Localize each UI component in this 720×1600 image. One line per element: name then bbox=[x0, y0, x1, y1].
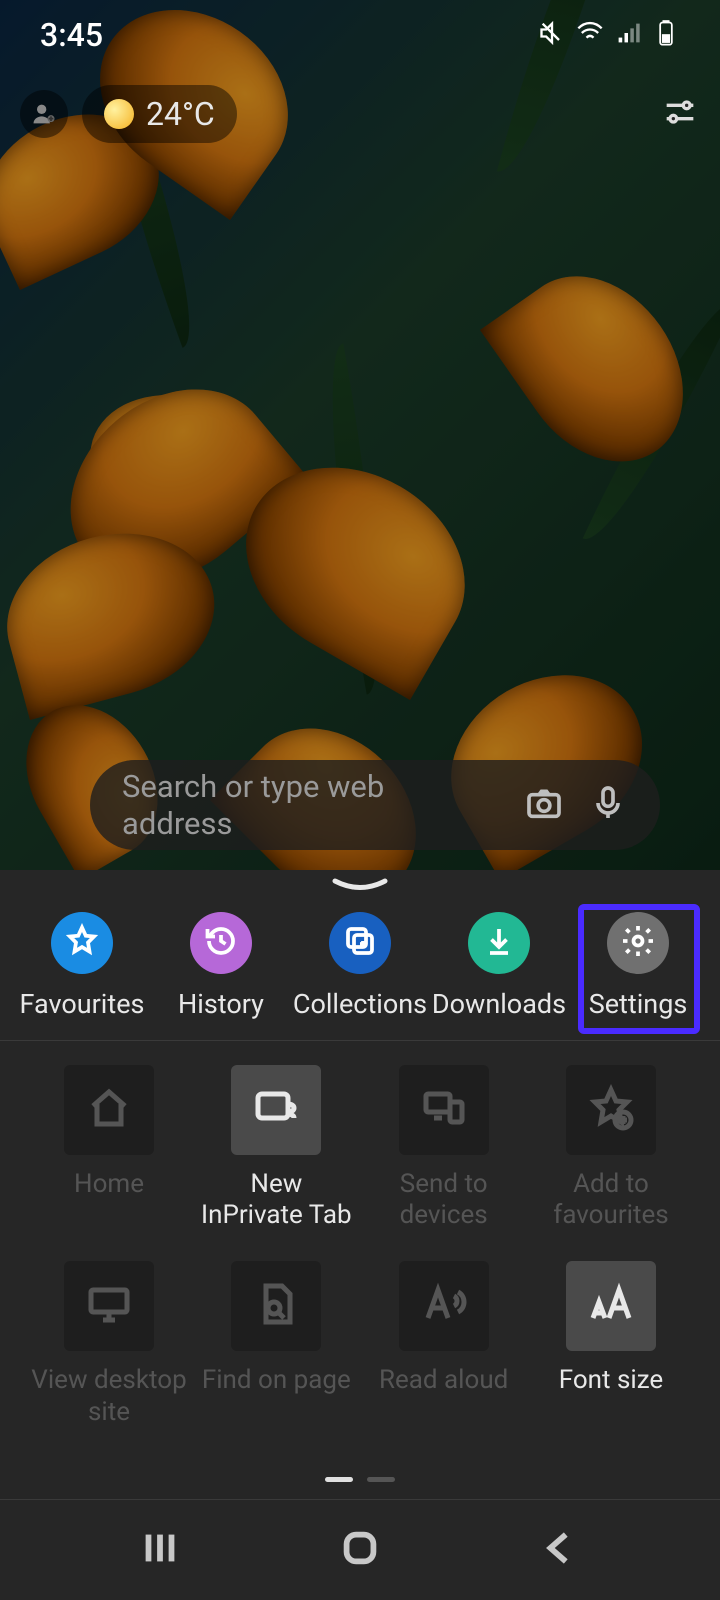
page-dot-1 bbox=[325, 1477, 353, 1482]
status-clock: 3:45 bbox=[40, 16, 103, 54]
page-indicator[interactable] bbox=[0, 1477, 720, 1482]
menu-settings-label: Settings bbox=[589, 988, 688, 1020]
address-bar[interactable]: Search or type web address bbox=[90, 760, 660, 850]
action-find-on-page[interactable]: Find on page bbox=[197, 1261, 355, 1427]
action-home[interactable]: Home bbox=[30, 1065, 188, 1231]
overflow-menu-sheet: Favourites History Collections Downloads… bbox=[0, 870, 720, 1600]
mute-icon bbox=[538, 19, 566, 51]
sun-icon bbox=[104, 99, 134, 129]
weather-widget[interactable]: 24°C bbox=[82, 85, 237, 143]
home-button[interactable] bbox=[337, 1525, 383, 1575]
wifi-icon bbox=[576, 19, 604, 51]
star-plus-icon bbox=[587, 1084, 635, 1136]
sheet-handle[interactable] bbox=[330, 876, 390, 900]
action-view-desktop-site-label: View desktop site bbox=[30, 1365, 188, 1427]
menu-history-label: History bbox=[178, 988, 264, 1020]
menu-favourites[interactable]: Favourites bbox=[14, 912, 150, 1020]
desktop-icon bbox=[85, 1280, 133, 1332]
system-nav-bar bbox=[0, 1500, 720, 1600]
collections-icon bbox=[342, 923, 378, 963]
action-send-to-devices[interactable]: Send to devices bbox=[365, 1065, 523, 1231]
menu-settings[interactable]: Settings bbox=[570, 912, 706, 1020]
recent-apps-button[interactable] bbox=[137, 1525, 183, 1575]
find-icon bbox=[252, 1280, 300, 1332]
camera-icon[interactable] bbox=[524, 783, 564, 827]
menu-downloads[interactable]: Downloads bbox=[431, 912, 567, 1020]
action-read-aloud[interactable]: Read aloud bbox=[365, 1261, 523, 1427]
home-icon bbox=[85, 1084, 133, 1136]
download-icon bbox=[481, 923, 517, 963]
action-font-size-label: Font size bbox=[559, 1365, 663, 1427]
star-icon bbox=[64, 923, 100, 963]
status-bar: 3:45 bbox=[0, 0, 720, 70]
action-add-to-favourites-label: Add to favourites bbox=[532, 1169, 690, 1231]
customize-icon[interactable] bbox=[660, 92, 700, 136]
microphone-icon[interactable] bbox=[588, 783, 628, 827]
gear-icon bbox=[620, 923, 656, 963]
action-new-inprivate-tab[interactable]: New InPrivate Tab bbox=[197, 1065, 355, 1231]
action-font-size[interactable]: Font size bbox=[532, 1261, 690, 1427]
menu-downloads-label: Downloads bbox=[432, 988, 566, 1020]
menu-favourites-label: Favourites bbox=[20, 988, 145, 1020]
devices-icon bbox=[420, 1084, 468, 1136]
action-read-aloud-label: Read aloud bbox=[379, 1365, 508, 1427]
action-send-to-devices-label: Send to devices bbox=[365, 1169, 523, 1231]
back-button[interactable] bbox=[537, 1525, 583, 1575]
menu-history[interactable]: History bbox=[153, 912, 289, 1020]
menu-collections-label: Collections bbox=[293, 988, 427, 1020]
action-add-to-favourites[interactable]: Add to favourites bbox=[532, 1065, 690, 1231]
action-home-label: Home bbox=[74, 1169, 144, 1231]
battery-icon bbox=[652, 19, 680, 51]
weather-temp: 24°C bbox=[146, 95, 215, 133]
signal-icon bbox=[614, 19, 642, 51]
address-bar-placeholder: Search or type web address bbox=[122, 768, 500, 842]
history-icon bbox=[203, 923, 239, 963]
page-dot-2 bbox=[367, 1477, 395, 1482]
menu-collections[interactable]: Collections bbox=[292, 912, 428, 1020]
read-aloud-icon bbox=[420, 1280, 468, 1332]
font-size-icon bbox=[587, 1280, 635, 1332]
action-view-desktop-site[interactable]: View desktop site bbox=[30, 1261, 188, 1427]
action-new-inprivate-tab-label: New InPrivate Tab bbox=[197, 1169, 355, 1231]
profile-indicator[interactable] bbox=[20, 90, 68, 138]
action-find-on-page-label: Find on page bbox=[202, 1365, 351, 1427]
divider bbox=[0, 1040, 720, 1041]
inprivate-icon bbox=[252, 1084, 300, 1136]
